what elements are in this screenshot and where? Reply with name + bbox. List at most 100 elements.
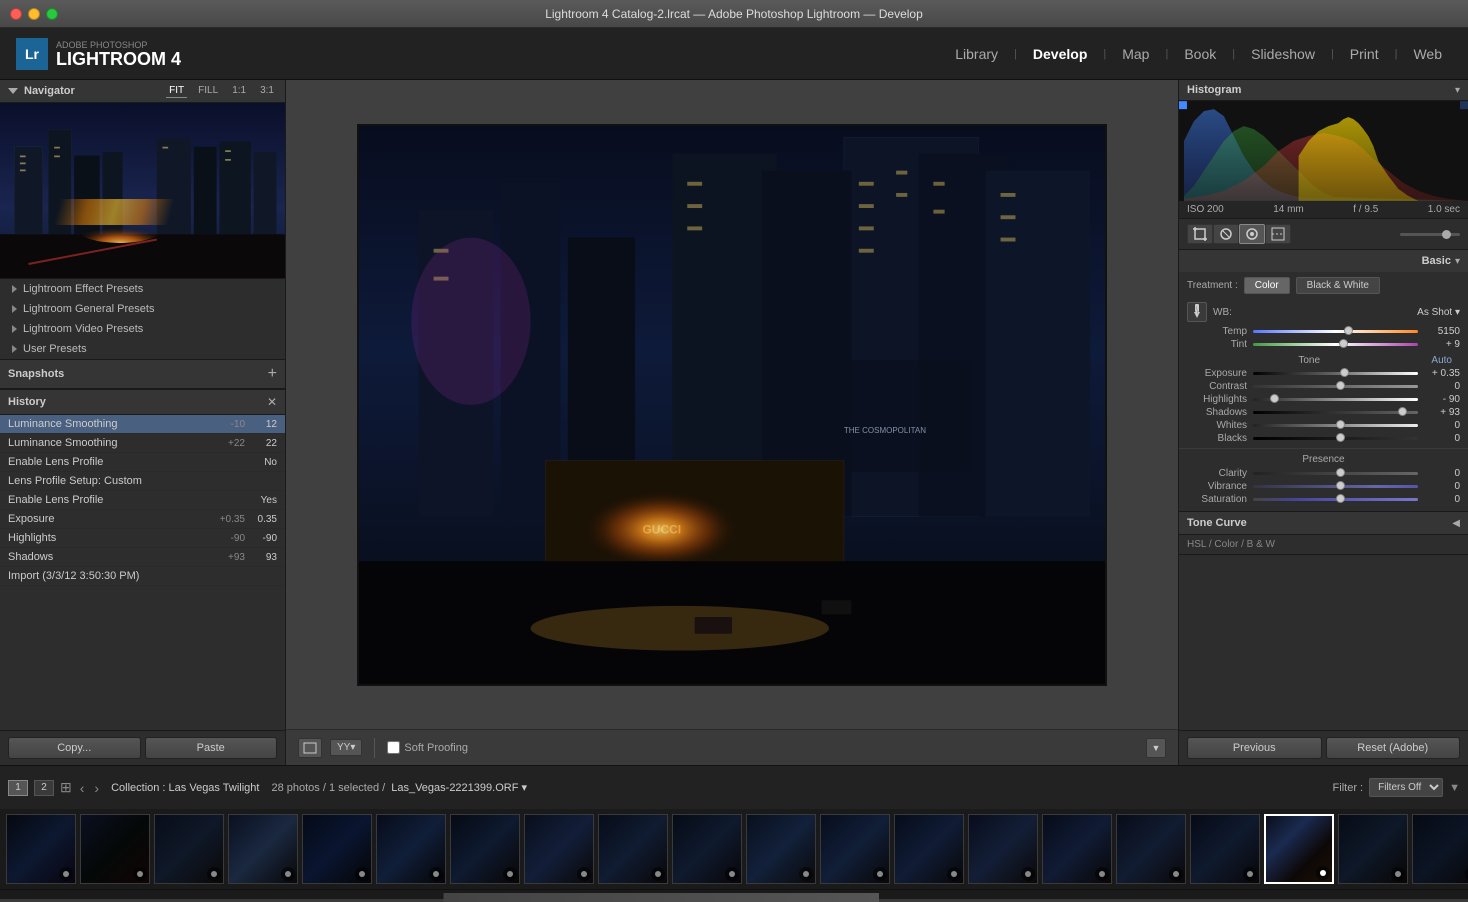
history-item[interactable]: Luminance Smoothing +22 22 xyxy=(0,434,285,453)
history-item[interactable]: Enable Lens Profile Yes xyxy=(0,491,285,510)
histogram-expand-icon[interactable]: ▾ xyxy=(1455,85,1460,96)
saturation-thumb[interactable] xyxy=(1336,494,1345,503)
preset-user[interactable]: User Presets xyxy=(0,339,285,359)
film-thumb-6[interactable] xyxy=(376,814,446,884)
filmstrip-prev-button[interactable]: ‹ xyxy=(78,780,87,796)
filter-select[interactable]: Filters Off xyxy=(1369,778,1443,797)
close-button[interactable] xyxy=(10,8,22,20)
film-thumb-10[interactable] xyxy=(672,814,742,884)
blacks-thumb[interactable] xyxy=(1336,433,1345,442)
film-thumb-9[interactable] xyxy=(598,814,668,884)
highlights-thumb[interactable] xyxy=(1270,394,1279,403)
soft-proofing-checkbox[interactable] xyxy=(387,741,400,754)
nav-library[interactable]: Library xyxy=(945,42,1008,66)
zoom-1-1[interactable]: 1:1 xyxy=(229,84,249,98)
shadows-slider[interactable] xyxy=(1253,411,1418,414)
preset-general[interactable]: Lightroom General Presets xyxy=(0,299,285,319)
highlights-slider[interactable] xyxy=(1253,398,1418,401)
window-controls[interactable] xyxy=(10,8,58,20)
yy-dropdown[interactable]: YY▾ xyxy=(330,739,362,756)
temp-thumb[interactable] xyxy=(1344,326,1353,335)
film-thumb-5[interactable] xyxy=(302,814,372,884)
film-thumb-20[interactable] xyxy=(1412,814,1468,884)
filmstrip-filename[interactable]: Las_Vegas-2221399.ORF ▾ xyxy=(391,781,527,794)
maximize-button[interactable] xyxy=(46,8,58,20)
whites-thumb[interactable] xyxy=(1336,420,1345,429)
nav-map[interactable]: Map xyxy=(1112,42,1159,66)
vibrance-thumb[interactable] xyxy=(1336,481,1345,490)
crop-tool[interactable] xyxy=(1187,224,1213,244)
zoom-fill[interactable]: FILL xyxy=(195,84,221,98)
graduated-filter-tool[interactable] xyxy=(1265,224,1291,244)
film-thumb-15[interactable] xyxy=(1042,814,1112,884)
nav-web[interactable]: Web xyxy=(1403,42,1452,66)
film-thumb-19[interactable] xyxy=(1338,814,1408,884)
film-thumb-8[interactable] xyxy=(524,814,594,884)
history-item[interactable]: Exposure +0.35 0.35 xyxy=(0,510,285,529)
tone-auto-button[interactable]: Auto xyxy=(1431,355,1460,366)
toolbar-options-button[interactable]: ▼ xyxy=(1146,738,1166,758)
wb-eyedropper-button[interactable] xyxy=(1187,302,1207,322)
filmstrip-next-button[interactable]: › xyxy=(92,780,101,796)
reset-button[interactable]: Reset (Adobe) xyxy=(1326,737,1461,759)
preset-video[interactable]: Lightroom Video Presets xyxy=(0,319,285,339)
view-mode-button[interactable] xyxy=(298,738,322,758)
copy-button[interactable]: Copy... xyxy=(8,737,141,759)
photo-area[interactable]: THE COSMOPOLITAN GUCCI xyxy=(286,80,1178,729)
film-thumb-13[interactable] xyxy=(894,814,964,884)
nav-develop[interactable]: Develop xyxy=(1023,42,1097,66)
zoom-fit[interactable]: FIT xyxy=(166,84,187,98)
snapshots-header[interactable]: Snapshots + xyxy=(0,360,285,389)
film-thumb-11[interactable] xyxy=(746,814,816,884)
saturation-slider[interactable] xyxy=(1253,498,1418,501)
filter-expand-icon[interactable]: ▼ xyxy=(1449,782,1460,794)
vibrance-slider[interactable] xyxy=(1253,485,1418,488)
spot-removal-tool[interactable] xyxy=(1213,224,1239,244)
navigator-header[interactable]: Navigator FIT FILL 1:1 3:1 xyxy=(0,80,285,103)
film-thumb-2[interactable] xyxy=(80,814,150,884)
film-thumb-7[interactable] xyxy=(450,814,520,884)
whites-slider[interactable] xyxy=(1253,424,1418,427)
exposure-thumb[interactable] xyxy=(1340,368,1349,377)
film-thumb-16[interactable] xyxy=(1116,814,1186,884)
history-close-button[interactable]: ✕ xyxy=(267,395,277,409)
previous-button[interactable]: Previous xyxy=(1187,737,1322,759)
history-item[interactable]: Luminance Smoothing -10 12 xyxy=(0,415,285,434)
wb-value[interactable]: As Shot ▾ xyxy=(1417,307,1460,318)
history-header[interactable]: History ✕ xyxy=(0,390,285,415)
basic-panel-header[interactable]: Basic ▾ xyxy=(1179,250,1468,272)
history-item[interactable]: Import (3/3/12 3:50:30 PM) xyxy=(0,567,285,586)
shadows-thumb[interactable] xyxy=(1398,407,1407,416)
treatment-color-button[interactable]: Color xyxy=(1244,277,1290,294)
nav-slideshow[interactable]: Slideshow xyxy=(1241,42,1325,66)
page-1-button[interactable]: 1 xyxy=(8,780,28,796)
temp-slider[interactable] xyxy=(1253,330,1418,333)
navigator-toggle[interactable]: Navigator xyxy=(8,85,166,97)
tone-curve-header[interactable]: Tone Curve ◀ xyxy=(1179,512,1468,534)
minimize-button[interactable] xyxy=(28,8,40,20)
film-thumb-18[interactable] xyxy=(1264,814,1334,884)
history-item[interactable]: Enable Lens Profile No xyxy=(0,453,285,472)
film-thumb-4[interactable] xyxy=(228,814,298,884)
clarity-thumb[interactable] xyxy=(1336,468,1345,477)
filmstrip-grid-icon[interactable]: ⊞ xyxy=(60,779,72,796)
treatment-bw-button[interactable]: Black & White xyxy=(1296,277,1380,294)
blacks-slider[interactable] xyxy=(1253,437,1418,440)
zoom-3-1[interactable]: 3:1 xyxy=(257,84,277,98)
history-item[interactable]: Lens Profile Setup: Custom xyxy=(0,472,285,491)
film-thumb-3[interactable] xyxy=(154,814,224,884)
right-panel-content[interactable]: Basic ▾ Treatment : Color Black & White xyxy=(1179,250,1468,730)
histogram-header[interactable]: Histogram ▾ xyxy=(1179,80,1468,101)
paste-button[interactable]: Paste xyxy=(145,737,278,759)
nav-print[interactable]: Print xyxy=(1340,42,1389,66)
history-item[interactable]: Shadows +93 93 xyxy=(0,548,285,567)
clarity-slider[interactable] xyxy=(1253,472,1418,475)
film-thumb-12[interactable] xyxy=(820,814,890,884)
film-thumb-1[interactable] xyxy=(6,814,76,884)
tint-slider[interactable] xyxy=(1253,343,1418,346)
contrast-thumb[interactable] xyxy=(1336,381,1345,390)
filmstrip-scrollbar[interactable] xyxy=(0,889,1468,899)
nav-book[interactable]: Book xyxy=(1174,42,1226,66)
film-thumb-17[interactable] xyxy=(1190,814,1260,884)
page-2-button[interactable]: 2 xyxy=(34,780,54,796)
